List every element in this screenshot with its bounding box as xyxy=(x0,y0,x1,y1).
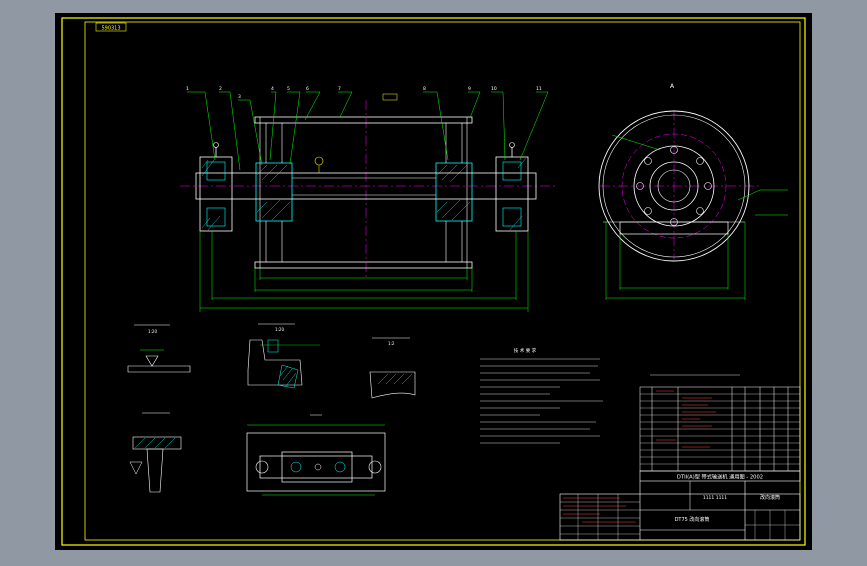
svg-text:9: 9 xyxy=(468,86,471,92)
svg-text:7: 7 xyxy=(338,86,341,92)
detail-1-scale: 1:20 xyxy=(148,329,157,334)
svg-text:6: 6 xyxy=(306,86,309,92)
svg-text:5: 5 xyxy=(287,86,290,92)
drawing-code: 1111 1111 xyxy=(703,495,727,501)
notes-heading: 技 术 要 求 xyxy=(514,347,537,354)
svg-text:11: 11 xyxy=(536,86,542,92)
detail-3-scale: 1:2 xyxy=(388,341,395,346)
svg-text:1: 1 xyxy=(186,86,189,92)
svg-text:2: 2 xyxy=(219,86,222,92)
part-name: 改向滚筒 xyxy=(760,494,780,501)
drawing-subtitle: DT75 改向滚筒 xyxy=(675,516,710,523)
svg-text:3: 3 xyxy=(238,94,241,100)
svg-text:10: 10 xyxy=(491,86,497,92)
drawing-sheet: 590313 1 23 4 5 6 7 8 9 10 11 A 1:20 1:2… xyxy=(55,13,812,550)
svg-text:4: 4 xyxy=(271,86,274,92)
detail-2-scale: 1:20 xyxy=(275,327,284,332)
stamp-text: 590313 xyxy=(101,26,120,32)
svg-text:8: 8 xyxy=(423,86,426,92)
drawing-title: DTII(A)型 带式输送机 通用图 - 2002 xyxy=(677,473,763,481)
cad-window: 590313 1 2 3 4 5 6 7 8 9 10 11 A 1:20 1:… xyxy=(0,0,867,562)
